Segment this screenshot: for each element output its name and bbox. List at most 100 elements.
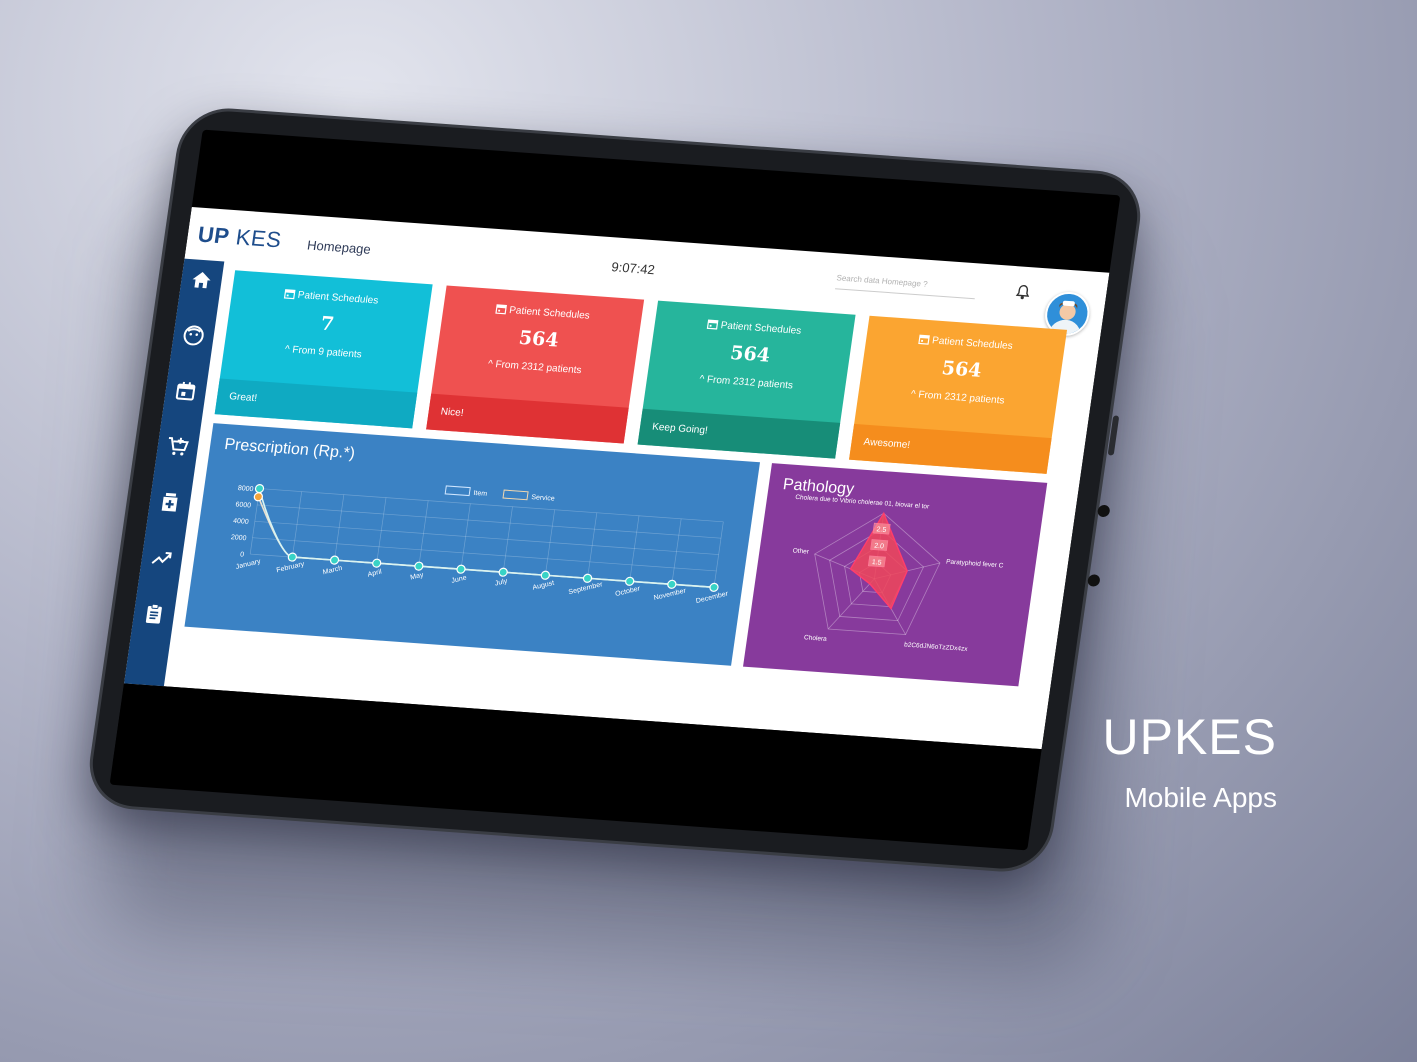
grid-line bbox=[257, 504, 722, 539]
card-sub-text: From 2312 patients bbox=[706, 374, 794, 392]
data-point bbox=[667, 579, 677, 589]
x-tick-label: July bbox=[494, 578, 508, 588]
data-point bbox=[625, 576, 635, 586]
y-tick-label: 2000 bbox=[230, 534, 247, 542]
patient-face-icon bbox=[183, 325, 204, 346]
ring-label: 2.5 bbox=[876, 526, 887, 534]
prescription-panel: Prescription (Rp.*) 8000 6000 4000 2000 0 Jan… bbox=[184, 423, 761, 666]
app-window: UP KES Homepage 9:07:42 Search data Home… bbox=[123, 207, 1110, 750]
card-sub-text: From 9 patients bbox=[291, 344, 363, 361]
card-title: Patient Schedules bbox=[297, 289, 379, 307]
card-title: Patient Schedules bbox=[931, 335, 1014, 353]
data-point bbox=[254, 484, 265, 494]
y-tick-label: 0 bbox=[240, 551, 245, 558]
legend-label: Service bbox=[531, 494, 555, 503]
caption-brand: UPKES bbox=[1102, 709, 1277, 765]
card-footer: Awesome! bbox=[849, 423, 1052, 474]
search-input[interactable]: Search data Homepage ? bbox=[835, 269, 978, 300]
data-point bbox=[287, 552, 297, 562]
pathology-panel: Pathology Cholera due to Vibrio cholerae… bbox=[743, 463, 1048, 687]
grid-line bbox=[259, 488, 724, 523]
radar-axis-label: Cholera due to Vibrio cholerae 01, biova… bbox=[795, 494, 931, 511]
calendar-icon bbox=[175, 381, 196, 401]
x-tick-label: January bbox=[235, 558, 261, 571]
radar-axis-label: Paratyphoid fever C bbox=[946, 558, 1005, 569]
grid-line bbox=[254, 520, 719, 555]
radar-axis-label: Other bbox=[792, 547, 810, 555]
logo-bold-text: UP bbox=[196, 221, 232, 249]
y-tick-label: 6000 bbox=[235, 501, 252, 509]
calendar-icon bbox=[706, 319, 719, 330]
x-tick-label: August bbox=[532, 580, 555, 592]
data-point bbox=[414, 561, 424, 571]
card-title-row: Patient Schedules bbox=[443, 299, 642, 325]
card-title: Patient Schedules bbox=[719, 320, 802, 337]
sidebar-item-home[interactable] bbox=[188, 267, 215, 293]
legend-swatch bbox=[444, 485, 471, 497]
x-tick-label: October bbox=[615, 585, 642, 598]
trend-up-icon bbox=[151, 552, 172, 564]
sidebar-item-reports[interactable] bbox=[148, 545, 175, 571]
clipboard-icon bbox=[145, 603, 162, 624]
card-subtitle: ^ From 2312 patients bbox=[858, 385, 1057, 410]
grid-line bbox=[252, 537, 717, 572]
cart-add-icon bbox=[168, 436, 189, 456]
card-sub-text: From 2312 patients bbox=[494, 359, 583, 377]
x-tick-label: May bbox=[410, 572, 425, 582]
x-tick-label: December bbox=[695, 590, 729, 605]
card-footer: Keep Going! bbox=[637, 408, 841, 459]
home-icon bbox=[192, 271, 211, 289]
stat-card[interactable]: Patient Schedules 564 ^ From 2312 patien… bbox=[849, 315, 1068, 474]
x-tick-label: February bbox=[276, 561, 305, 575]
radar-axis-label: b2C6dJN6oTzZDx4zx bbox=[904, 641, 969, 653]
card-title-row: Patient Schedules bbox=[654, 314, 853, 340]
radar-axis bbox=[827, 578, 875, 630]
prescription-chart: 8000 6000 4000 2000 0January February March Apr… bbox=[230, 484, 729, 605]
card-value: 564 bbox=[517, 326, 561, 352]
card-subtitle: ^ From 2312 patients bbox=[435, 355, 634, 380]
stat-card[interactable]: Patient Schedules 7 ^ From 9 patients Gr… bbox=[214, 270, 433, 429]
logo-light-text: KES bbox=[227, 223, 284, 253]
card-footer: Nice! bbox=[426, 393, 629, 444]
app-logo[interactable]: UP KES bbox=[196, 222, 283, 254]
bell-icon[interactable] bbox=[1014, 284, 1031, 306]
series-line bbox=[257, 496, 715, 589]
data-point bbox=[253, 492, 263, 502]
sidebar-item-patients[interactable] bbox=[180, 323, 207, 349]
card-value: 564 bbox=[728, 341, 772, 367]
y-tick-label: 8000 bbox=[237, 485, 254, 493]
tablet-frame: UP KES Homepage 9:07:42 Search data Home… bbox=[86, 108, 1144, 872]
stat-card[interactable]: Patient Schedules 564 ^ From 2312 patien… bbox=[426, 285, 645, 444]
data-point bbox=[498, 567, 508, 577]
x-tick-label: March bbox=[322, 565, 343, 576]
sidebar-item-pharmacy[interactable] bbox=[156, 489, 183, 515]
breadcrumb[interactable]: Homepage bbox=[306, 237, 372, 256]
card-subtitle: ^ From 2312 patients bbox=[647, 370, 846, 395]
x-tick-label: April bbox=[367, 568, 383, 578]
calendar-icon bbox=[917, 334, 930, 345]
sidebar-item-records[interactable] bbox=[140, 601, 167, 627]
data-point bbox=[456, 564, 466, 574]
card-title: Patient Schedules bbox=[508, 305, 591, 322]
caption: UPKES Mobile Apps bbox=[1102, 708, 1277, 814]
data-point bbox=[709, 582, 719, 592]
card-subtitle: ^ From 9 patients bbox=[224, 340, 423, 365]
x-tick-label: September bbox=[568, 581, 604, 596]
data-point bbox=[582, 573, 593, 583]
stat-card[interactable]: Patient Schedules 564 ^ From 2312 patien… bbox=[637, 300, 856, 459]
legend-swatch bbox=[502, 489, 529, 501]
y-tick-label: 4000 bbox=[233, 518, 250, 526]
data-point bbox=[329, 555, 340, 565]
pharmacy-icon bbox=[161, 492, 178, 512]
sidebar-item-schedules[interactable] bbox=[172, 378, 199, 404]
card-title-row: Patient Schedules bbox=[866, 330, 1065, 356]
calendar-icon bbox=[283, 289, 296, 300]
radar-axis-label: Cholera bbox=[804, 634, 828, 643]
data-point bbox=[540, 570, 550, 580]
card-footer: Great! bbox=[214, 378, 418, 429]
tablet-screen: UP KES Homepage 9:07:42 Search data Home… bbox=[109, 129, 1121, 851]
caption-tagline: Mobile Apps bbox=[1124, 782, 1277, 813]
x-tick-label: November bbox=[653, 587, 687, 602]
ring-label: 1.5 bbox=[871, 559, 882, 567]
sidebar-item-orders[interactable] bbox=[164, 434, 191, 460]
